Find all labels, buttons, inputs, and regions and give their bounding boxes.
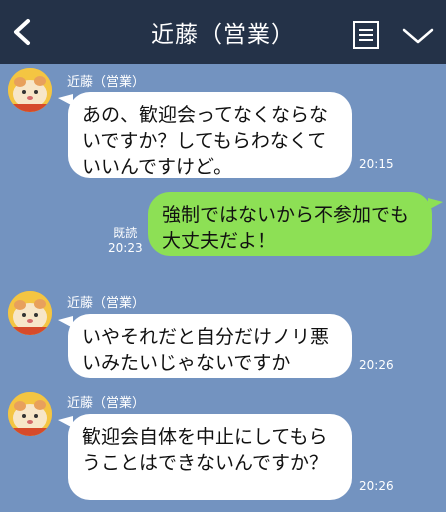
- sender-name: 近藤（営業）: [67, 75, 146, 90]
- hamster-avatar-icon: [8, 392, 52, 436]
- incoming-message-bubble[interactable]: あの、歓迎会ってなくならないですか？してもらわなくていいんですけど。: [68, 92, 352, 178]
- incoming-message-bubble[interactable]: いやそれだと自分だけノリ悪いみたいじゃないですか: [68, 314, 352, 378]
- incoming-message-bubble[interactable]: 歓迎会自体を中止にしてもらうことはできないんですか？: [68, 414, 352, 500]
- list-menu-icon[interactable]: [352, 20, 380, 50]
- avatar[interactable]: [8, 291, 52, 335]
- message-time: 20:15: [359, 157, 394, 171]
- read-label: 既読: [113, 226, 138, 240]
- chevron-down-icon[interactable]: [401, 26, 435, 46]
- message-time: 20:26: [359, 479, 394, 493]
- avatar[interactable]: [8, 68, 52, 112]
- message-time: 20:23: [108, 241, 143, 255]
- avatar[interactable]: [8, 392, 52, 436]
- sender-name: 近藤（営業）: [67, 296, 146, 311]
- sender-name: 近藤（営業）: [67, 396, 146, 411]
- read-status: 既読 20:23: [108, 226, 143, 256]
- chat-header: 近藤（営業）: [0, 0, 446, 64]
- bubble-tail: [428, 198, 443, 210]
- outgoing-message-bubble[interactable]: 強制ではないから不参加でも大丈夫だよ！: [148, 192, 432, 256]
- hamster-avatar-icon: [8, 291, 52, 335]
- message-time: 20:26: [359, 358, 394, 372]
- hamster-avatar-icon: [8, 68, 52, 112]
